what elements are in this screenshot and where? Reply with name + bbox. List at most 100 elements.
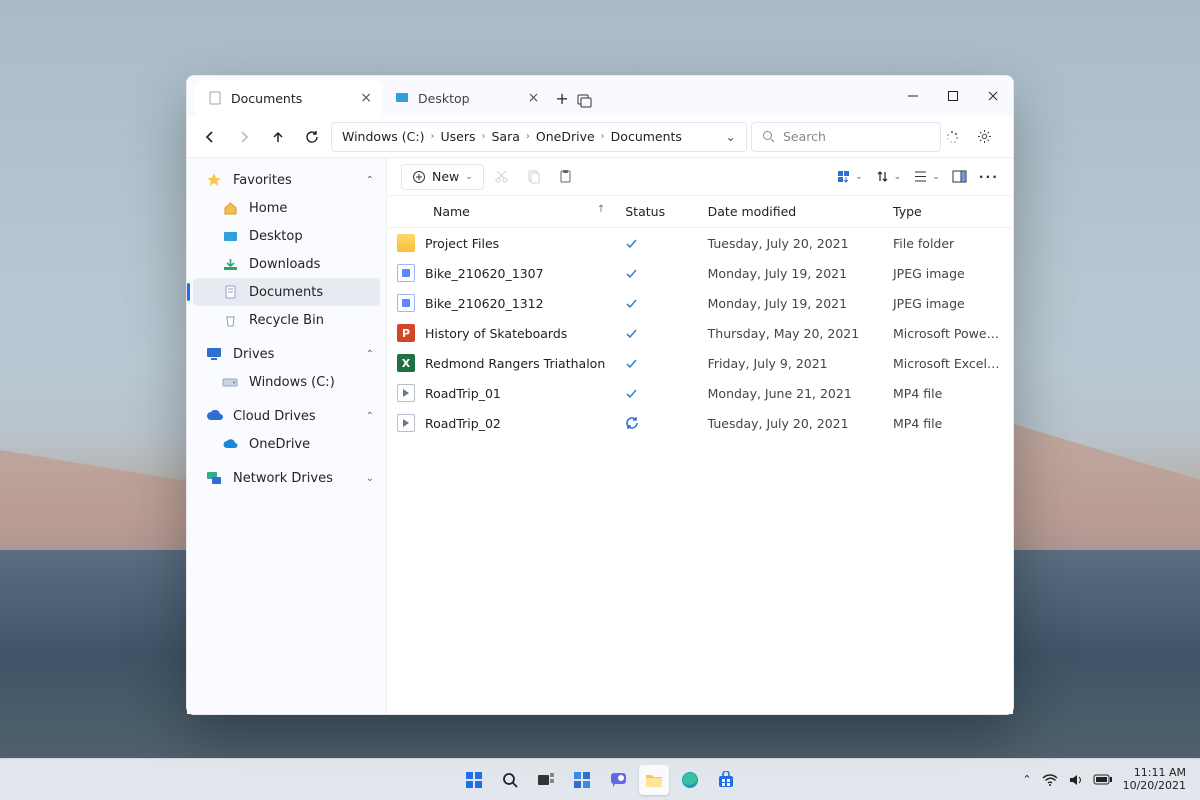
table-row[interactable]: RoadTrip_01Monday, June 21, 2021MP4 file — [387, 378, 1013, 408]
sidebar-item-label: Desktop — [249, 229, 303, 244]
copy-button[interactable] — [526, 169, 548, 184]
sort-button[interactable]: ⌄ — [836, 169, 863, 184]
chevron-down-icon[interactable]: ⌄ — [366, 473, 374, 484]
chevron-up-icon[interactable]: ⌃ — [1022, 773, 1031, 786]
tab-desktop[interactable]: Desktop × — [382, 80, 549, 116]
file-name: Bike_210620_1312 — [425, 296, 544, 311]
file-date: Tuesday, July 20, 2021 — [698, 408, 883, 438]
maximize-button[interactable] — [933, 82, 973, 110]
sidebar-item-recycle[interactable]: Recycle Bin — [187, 306, 386, 334]
forward-button[interactable] — [229, 122, 259, 152]
column-type[interactable]: Type — [883, 196, 1013, 228]
settings-button[interactable] — [977, 129, 1005, 144]
wifi-icon[interactable] — [1042, 774, 1058, 786]
chevron-up-icon[interactable]: ⌃ — [366, 349, 374, 360]
sidebar-item-downloads[interactable]: Downloads — [187, 250, 386, 278]
file-status — [615, 288, 697, 318]
table-row[interactable]: Bike_210620_1307Monday, July 19, 2021JPE… — [387, 258, 1013, 288]
back-button[interactable] — [195, 122, 225, 152]
sidebar-item-documents[interactable]: Documents — [193, 278, 380, 306]
table-row[interactable]: XRedmond Rangers TriathalonFriday, July … — [387, 348, 1013, 378]
sidebar-label: Network Drives — [233, 471, 333, 486]
arrange-button[interactable]: ⌄ — [875, 169, 902, 184]
taskview-button[interactable] — [531, 765, 561, 795]
clock[interactable]: 11:11 AM 10/20/2021 — [1123, 767, 1186, 792]
chevron-right-icon: › — [481, 131, 485, 142]
chevron-down-icon[interactable]: ⌄ — [726, 129, 736, 144]
sidebar-item-home[interactable]: Home — [187, 194, 386, 222]
edge-button[interactable] — [675, 765, 705, 795]
file-status — [615, 408, 697, 438]
sidebar-item-cdrive[interactable]: Windows (C:) — [187, 368, 386, 396]
up-button[interactable] — [263, 122, 293, 152]
cut-button[interactable] — [494, 169, 516, 184]
titlebar: Documents × Desktop × + — [187, 76, 1013, 116]
column-name[interactable]: Name↑ — [387, 196, 615, 228]
date: 10/20/2021 — [1123, 780, 1186, 793]
window-body: Favorites ⌃ Home Desktop Downloads — [187, 158, 1013, 714]
sidebar-drives[interactable]: Drives ⌃ — [187, 340, 386, 368]
nav-row: Windows (C:)› Users› Sara› OneDrive› Doc… — [187, 116, 1013, 158]
gear-icon — [977, 129, 992, 144]
paste-button[interactable] — [558, 169, 580, 184]
column-status[interactable]: Status — [615, 196, 697, 228]
minimize-button[interactable] — [893, 82, 933, 110]
document-icon — [221, 285, 239, 300]
search-button[interactable] — [495, 765, 525, 795]
address-bar[interactable]: Windows (C:)› Users› Sara› OneDrive› Doc… — [331, 122, 747, 152]
refresh-button[interactable] — [297, 122, 327, 152]
file-icon — [397, 294, 415, 312]
column-date[interactable]: Date modified — [698, 196, 883, 228]
battery-icon[interactable] — [1093, 774, 1113, 785]
tab-overview-button[interactable] — [577, 94, 597, 108]
onedrive-icon — [221, 439, 239, 450]
tab-label: Desktop — [418, 91, 470, 106]
sidebar-network[interactable]: Network Drives ⌄ — [187, 464, 386, 492]
file-status — [615, 378, 697, 408]
file-name: RoadTrip_02 — [425, 416, 501, 431]
table-row[interactable]: RoadTrip_02Tuesday, July 20, 2021MP4 fil… — [387, 408, 1013, 438]
chevron-down-icon: ⌄ — [465, 172, 473, 182]
breadcrumb-seg[interactable]: Sara — [491, 129, 519, 144]
file-date: Friday, July 9, 2021 — [698, 348, 883, 378]
volume-icon[interactable] — [1068, 774, 1083, 786]
details-pane-button[interactable] — [952, 170, 967, 183]
sidebar-item-label: Windows (C:) — [249, 375, 335, 390]
taskbar[interactable]: ⌃ 11:11 AM 10/20/2021 — [0, 758, 1200, 800]
close-icon[interactable]: × — [528, 91, 540, 105]
chevron-right-icon: › — [430, 131, 434, 142]
tab-documents[interactable]: Documents × — [195, 80, 382, 116]
sidebar-favorites[interactable]: Favorites ⌃ — [187, 166, 386, 194]
sidebar-label: Cloud Drives — [233, 409, 316, 424]
sidebar-item-desktop[interactable]: Desktop — [187, 222, 386, 250]
start-button[interactable] — [459, 765, 489, 795]
file-type: Microsoft PowerPoi… — [883, 318, 1013, 348]
systray[interactable]: ⌃ 11:11 AM 10/20/2021 — [1022, 767, 1200, 792]
breadcrumb-seg[interactable]: OneDrive — [536, 129, 595, 144]
breadcrumb-seg[interactable]: Users — [440, 129, 475, 144]
sidebar-label: Drives — [233, 347, 274, 362]
new-button[interactable]: New ⌄ — [401, 164, 484, 190]
table-row[interactable]: Bike_210620_1312Monday, July 19, 2021JPE… — [387, 288, 1013, 318]
new-label: New — [432, 169, 459, 184]
loading-icon — [945, 130, 973, 144]
table-row[interactable]: PHistory of SkateboardsThursday, May 20,… — [387, 318, 1013, 348]
chevron-up-icon[interactable]: ⌃ — [366, 411, 374, 422]
close-icon[interactable]: × — [360, 91, 372, 105]
chevron-up-icon[interactable]: ⌃ — [366, 175, 374, 186]
widgets-button[interactable] — [567, 765, 597, 795]
view-button[interactable]: ⌄ — [913, 170, 940, 183]
more-button[interactable]: ··· — [979, 169, 999, 184]
breadcrumb-seg[interactable]: Documents — [611, 129, 682, 144]
sidebar-item-onedrive[interactable]: OneDrive — [187, 430, 386, 458]
search-input[interactable]: Search — [751, 122, 941, 152]
explorer-button[interactable] — [639, 765, 669, 795]
chat-button[interactable] — [603, 765, 633, 795]
new-tab-button[interactable]: + — [555, 89, 568, 108]
table-row[interactable]: Project FilesTuesday, July 20, 2021File … — [387, 228, 1013, 259]
close-window-button[interactable] — [973, 82, 1013, 110]
monitor-icon — [205, 347, 223, 361]
store-button[interactable] — [711, 765, 741, 795]
sidebar-cloud[interactable]: Cloud Drives ⌃ — [187, 402, 386, 430]
breadcrumb-seg[interactable]: Windows (C:) — [342, 129, 424, 144]
